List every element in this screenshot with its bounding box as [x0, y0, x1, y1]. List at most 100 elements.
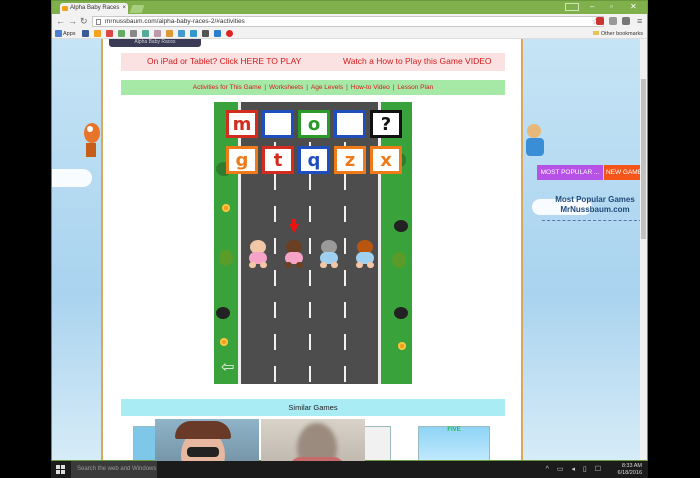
activities-link[interactable]: Activities for This Game [193, 84, 262, 91]
extension-shield-icon[interactable] [596, 17, 604, 25]
profile-button[interactable] [565, 3, 579, 11]
forward-icon[interactable]: → [68, 16, 77, 27]
gmail-bookmark-icon[interactable] [106, 30, 113, 37]
cloud-decoration [52, 169, 92, 187]
mystery-tile: ? [370, 110, 402, 138]
word-tile-3: o [298, 110, 330, 138]
tile-letter: t [273, 150, 283, 171]
baby-leg [260, 262, 267, 268]
apps-icon[interactable] [55, 30, 62, 37]
bookmark-icon[interactable] [202, 30, 209, 37]
clock-date: 6/18/2016 [617, 470, 642, 476]
tab-title: Alpha Baby Races [70, 5, 120, 11]
separator: | [264, 84, 267, 91]
windows-start-icon[interactable] [56, 465, 65, 474]
baby-leg [249, 262, 256, 268]
cartoon-character-left [84, 123, 100, 157]
word-tile-1: m [226, 110, 258, 138]
bookmark-icon[interactable] [214, 30, 221, 37]
address-bar[interactable]: mrnussbaum.com/alpha-baby-races-2/#activ… [92, 16, 604, 27]
worksheets-link[interactable]: Worksheets [269, 84, 303, 91]
popular-games-heading: Most Popular Games MrNussbaum.com [540, 195, 647, 215]
left-arrow-icon[interactable]: ⇦ [221, 360, 234, 376]
most-popular-tab[interactable]: MOST POPULAR ... [537, 165, 603, 180]
baby-racer-2 [283, 240, 305, 268]
tablet-play-link[interactable]: On iPad or Tablet? Click HERE TO PLAY [147, 55, 301, 67]
baby-leg [367, 262, 374, 268]
browser-window: Alpha Baby Races × – ▫ ✕ ← → ↻ mrnussbau… [51, 0, 648, 461]
maximize-button[interactable]: ▫ [610, 2, 613, 12]
bookmark-icon[interactable] [226, 30, 233, 37]
choice-tile-1[interactable]: g [226, 146, 258, 174]
browser-tab[interactable]: Alpha Baby Races × [60, 3, 128, 14]
bookmark-icon[interactable] [130, 30, 137, 37]
bush-decoration [392, 252, 406, 268]
bookmarks-bar: Apps Other bookmarks [52, 29, 647, 39]
extension-icon[interactable] [609, 17, 617, 25]
game-canvas[interactable]: m o ? g t q z x ⇦ [214, 102, 412, 384]
activities-bar: Activities for This Game | Worksheets | Age … [121, 80, 505, 95]
bookmark-icon[interactable] [178, 30, 185, 37]
reload-icon[interactable]: ↻ [80, 16, 88, 27]
popular-heading-line2: MrNussbaum.com [560, 205, 630, 214]
new-tab-button[interactable] [129, 5, 145, 13]
bookmark-icon[interactable] [94, 30, 101, 37]
bookmark-icon[interactable] [154, 30, 161, 37]
popular-heading-line1: Most Popular Games [555, 195, 635, 204]
bush-decoration [219, 250, 233, 266]
choice-tile-4[interactable]: z [334, 146, 366, 174]
tile-letter: m [232, 114, 252, 135]
other-bookmarks-label: Other bookmarks [600, 31, 643, 37]
similar-game-thumb-five[interactable]: FIVE [418, 426, 490, 460]
choice-tile-2[interactable]: t [262, 146, 294, 174]
similar-game-thumb[interactable] [133, 426, 157, 460]
similar-games-bar: Similar Games [121, 399, 505, 416]
desktop-screen: Alpha Baby Races × – ▫ ✕ ← → ↻ mrnussbau… [0, 0, 700, 478]
separator: | [392, 84, 395, 91]
facebook-bookmark-icon[interactable] [82, 30, 89, 37]
other-bookmarks[interactable]: Other bookmarks [592, 29, 643, 39]
system-tray-icons[interactable]: ^ ▭ ◂ ▯ ☐ [546, 465, 604, 473]
baby-leg [285, 262, 292, 268]
folder-icon [592, 31, 599, 35]
close-window-button[interactable]: ✕ [630, 2, 637, 12]
scrollbar-thumb[interactable] [641, 79, 646, 239]
clock-time: 8:33 AM [621, 463, 642, 469]
age-levels-link[interactable]: Age Levels [311, 84, 343, 91]
back-icon[interactable]: ← [56, 16, 65, 27]
baby-racer-1 [247, 240, 269, 268]
page-scrollbar[interactable] [640, 39, 647, 460]
bookmark-icon[interactable] [190, 30, 197, 37]
bookmark-icon[interactable] [118, 30, 125, 37]
glasses-left [187, 447, 219, 457]
page-icon [96, 19, 101, 25]
minimize-button[interactable]: – [590, 2, 594, 12]
flower-decoration [222, 204, 230, 212]
word-tile-4-blank [334, 110, 366, 138]
separator: | [346, 84, 348, 91]
close-tab-icon[interactable]: × [122, 3, 126, 14]
game-title-tab: Alpha Baby Races [109, 39, 201, 47]
taskbar-search[interactable]: Search the web and Windows [71, 461, 157, 478]
baby-leg [356, 262, 363, 268]
title-bar: Alpha Baby Races × – ▫ ✕ [52, 1, 647, 14]
how-to-video-link[interactable]: Watch a How to Play this Game VIDEO [343, 55, 491, 67]
menu-icon[interactable]: ≡ [637, 16, 642, 27]
tile-letter: ? [380, 114, 392, 135]
play-links-bar: On iPad or Tablet? Click HERE TO PLAY Wa… [121, 53, 505, 71]
lesson-plan-link[interactable]: Lesson Plan [397, 84, 433, 91]
similar-game-thumb[interactable] [361, 426, 391, 460]
thumb-label: FIVE [447, 427, 461, 433]
choice-tile-5[interactable]: x [370, 146, 402, 174]
bookmark-icon[interactable] [142, 30, 149, 37]
flower-decoration [398, 342, 406, 350]
new-games-tab[interactable]: NEW GAME [604, 165, 644, 180]
clock[interactable]: 8:33 AM 6/18/2016 [618, 461, 642, 478]
lane-divider [309, 102, 311, 384]
extension-m-icon[interactable] [622, 17, 630, 25]
choice-tile-3[interactable]: q [298, 146, 330, 174]
baby-leg [296, 262, 303, 268]
how-to-video-nav-link[interactable]: How-to Video [351, 84, 390, 91]
bookmark-icon[interactable] [166, 30, 173, 37]
apps-bookmark[interactable]: Apps [63, 29, 76, 39]
